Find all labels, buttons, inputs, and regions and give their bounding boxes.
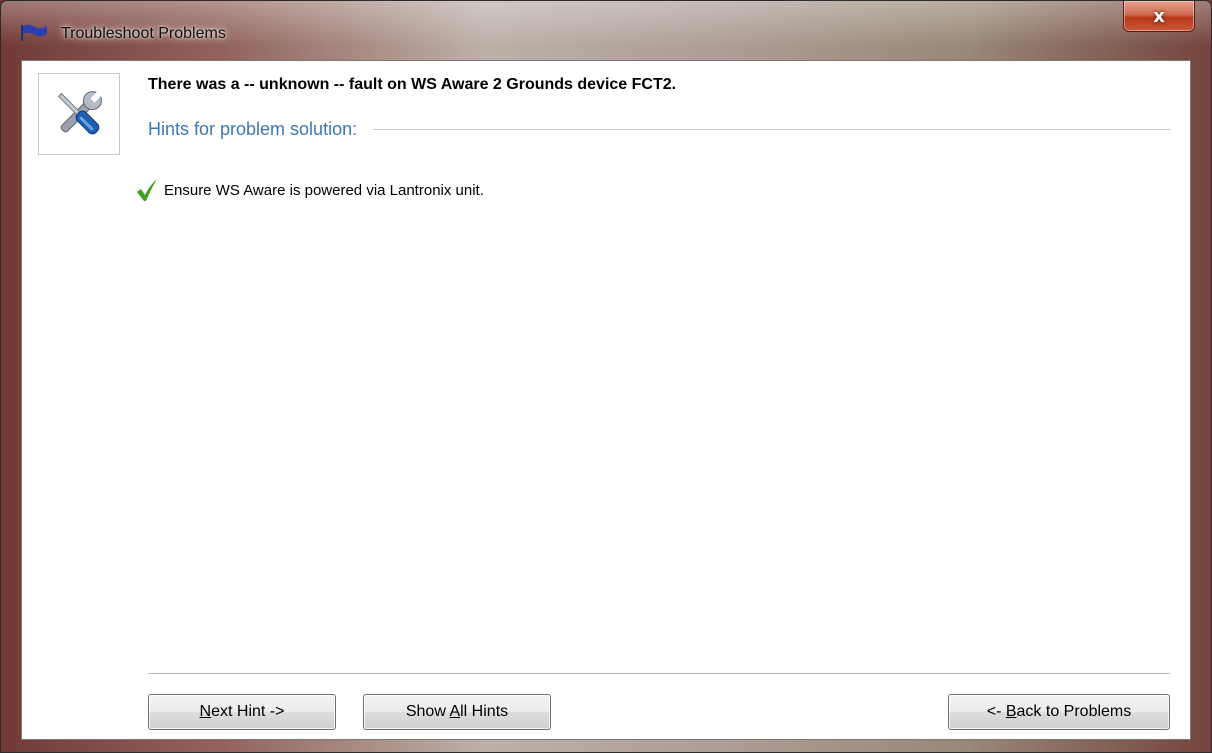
next-hint-label: Next Hint -> bbox=[199, 703, 285, 720]
back-to-problems-button[interactable]: <- Back to Problems bbox=[948, 694, 1170, 730]
window-title: Troubleshoot Problems bbox=[61, 25, 226, 42]
troubleshoot-window: Troubleshoot Problems x There was a -- u… bbox=[0, 0, 1212, 753]
checkmark-icon bbox=[137, 179, 157, 201]
tools-icon bbox=[38, 73, 120, 155]
close-icon: x bbox=[1153, 5, 1165, 27]
hints-divider bbox=[373, 128, 1170, 130]
hints-heading: Hints for problem solution: bbox=[148, 118, 358, 139]
fault-message: There was a -- unknown -- fault on WS Aw… bbox=[148, 76, 677, 93]
back-to-problems-label: <- Back to Problems bbox=[986, 703, 1132, 720]
content-area: There was a -- unknown -- fault on WS Aw… bbox=[21, 60, 1191, 740]
hints-header: Hints for problem solution: bbox=[148, 117, 1170, 141]
hint-item: Ensure WS Aware is powered via Lantronix… bbox=[134, 177, 1170, 203]
flag-icon bbox=[21, 24, 47, 41]
show-all-hints-button[interactable]: Show All Hints bbox=[363, 694, 551, 730]
next-hint-button[interactable]: Next Hint -> bbox=[148, 694, 336, 730]
close-button[interactable]: x bbox=[1123, 1, 1195, 32]
hint-list: Ensure WS Aware is powered via Lantronix… bbox=[134, 177, 1170, 203]
hint-text: Ensure WS Aware is powered via Lantronix… bbox=[164, 181, 484, 199]
show-all-hints-label: Show All Hints bbox=[405, 703, 509, 720]
footer-divider bbox=[148, 673, 1170, 674]
title-bar[interactable]: Troubleshoot Problems x bbox=[1, 1, 1211, 59]
